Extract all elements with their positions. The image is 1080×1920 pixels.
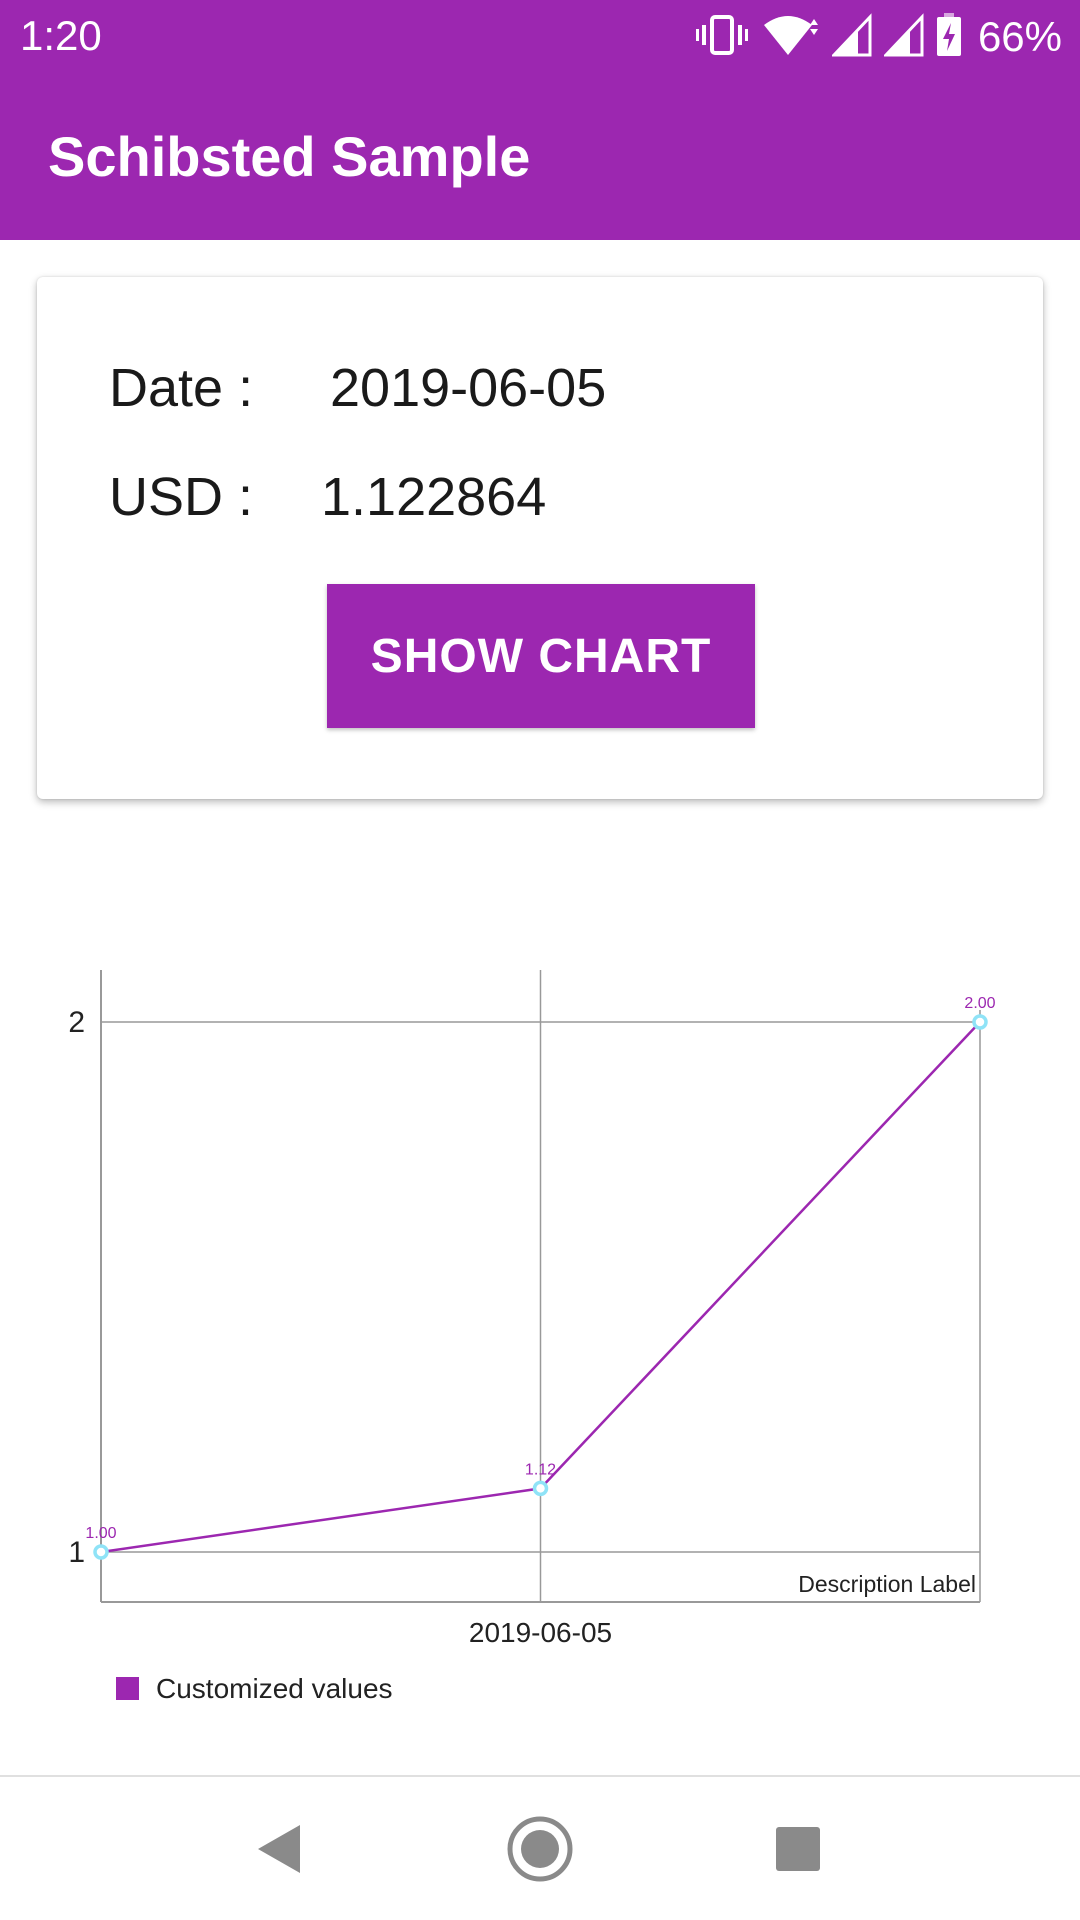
status-time: 1:20: [20, 12, 102, 59]
signal-icon: [830, 12, 872, 62]
date-label: Date :: [109, 358, 254, 418]
chart-grid: [101, 970, 981, 1602]
chart-labels: 1 2 2019-06-05 Description Label 1.00 1.12 2.0…: [68, 995, 995, 1648]
app-bar: Schibsted Sample: [0, 73, 1080, 240]
chart-description-label: Description Label: [798, 1571, 976, 1597]
battery-charging-icon: [936, 12, 962, 62]
usd-value: 1.122864: [321, 467, 547, 527]
signal-icon: [882, 12, 924, 62]
data-value-label: 2.00: [964, 995, 995, 1012]
wifi-icon: [760, 13, 820, 62]
data-value-label: 1.00: [85, 1525, 116, 1542]
data-value-label: 1.12: [525, 1461, 556, 1478]
data-point: [532, 1480, 549, 1497]
y-tick-label: 2: [68, 1006, 85, 1039]
usd-label: USD :: [109, 467, 254, 527]
vibrate-icon: [695, 13, 748, 62]
show-chart-button[interactable]: SHOW CHART: [327, 584, 755, 728]
battery-percent: 66%: [977, 13, 1062, 60]
recents-button[interactable]: [718, 1777, 878, 1920]
back-button[interactable]: [200, 1777, 360, 1920]
legend-label: Customized values: [156, 1673, 393, 1704]
y-tick-label: 1: [68, 1536, 85, 1569]
back-icon: [258, 1824, 300, 1873]
legend-swatch: [116, 1677, 139, 1700]
home-icon: [507, 1816, 573, 1881]
recents-icon: [776, 1826, 820, 1871]
status-icons: 66%: [695, 12, 1062, 62]
rate-card: Date : 2019-06-05 USD : 1.122864 SHOW CH…: [37, 277, 1043, 799]
data-point: [972, 1014, 988, 1030]
status-bar: 1:20 66%: [0, 0, 1080, 73]
nav-bar: [0, 1777, 1080, 1920]
app-title: Schibsted Sample: [48, 125, 531, 188]
chart-legend: Customized values: [116, 1673, 393, 1704]
line-chart: 1 2 2019-06-05 Description Label 1.00 1.12 2.0…: [68, 970, 996, 1704]
data-point: [93, 1544, 109, 1560]
home-button[interactable]: [460, 1777, 620, 1920]
x-tick-label: 2019-06-05: [469, 1617, 612, 1648]
date-value: 2019-06-05: [330, 358, 607, 418]
